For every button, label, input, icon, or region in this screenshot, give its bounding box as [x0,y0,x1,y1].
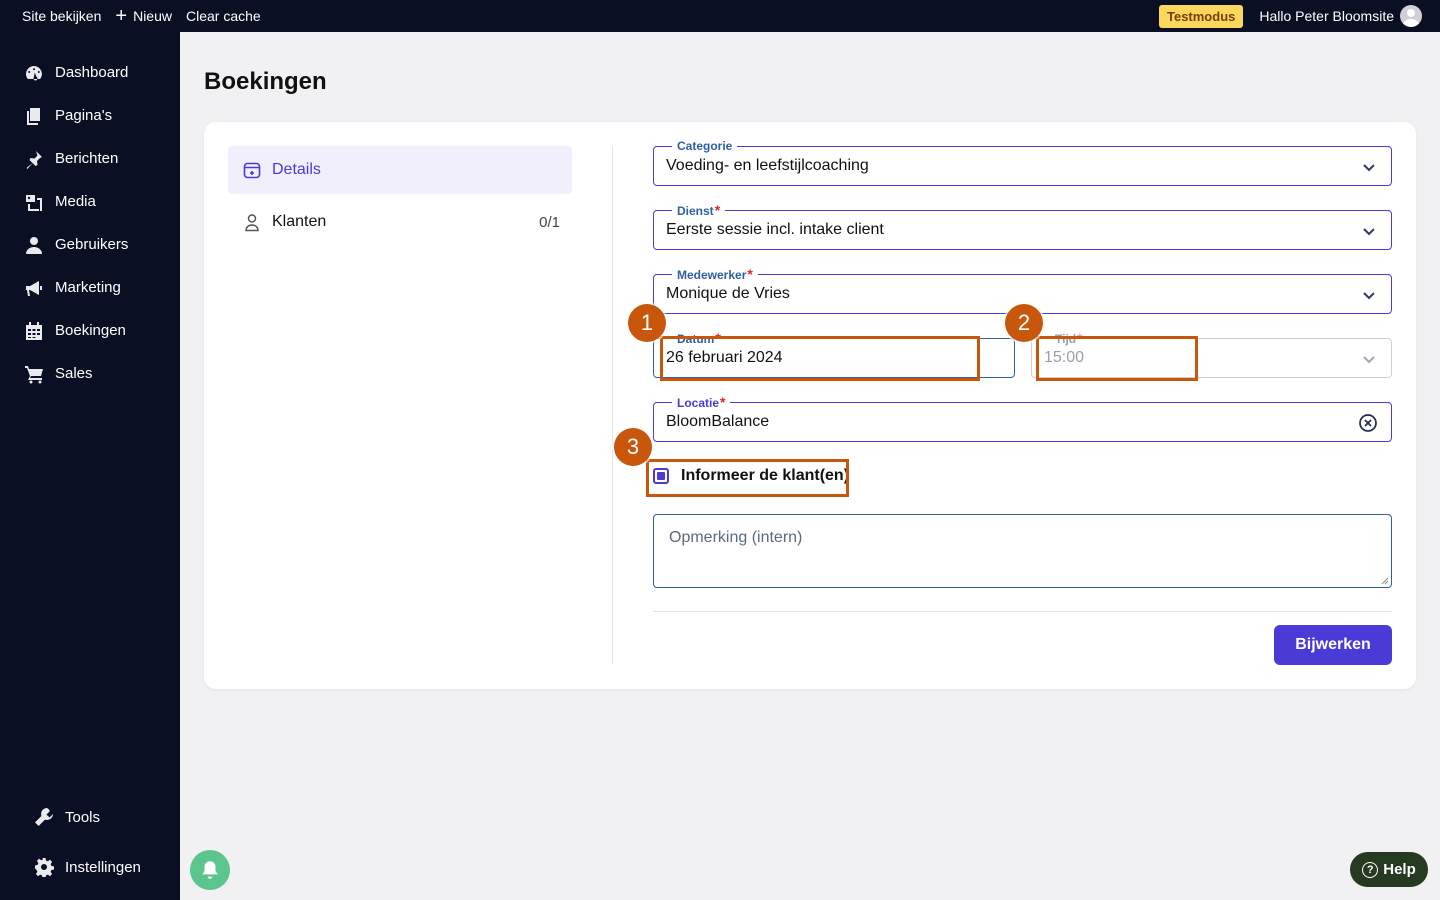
medewerker-value: Monique de Vries [666,285,790,302]
step-marker-2: 2 [1005,304,1043,342]
booking-card: Details Klanten 0/1 Categorie Voeding- e… [204,122,1416,689]
remark-textarea[interactable]: Opmerking (intern) [653,514,1392,588]
sidebar-item-label: Pagina's [55,107,113,124]
categorie-label: Categorie [672,138,738,154]
tab-label: Klanten [272,213,327,230]
view-site-link[interactable]: Site bekijken [0,0,108,32]
calendar-icon [24,321,44,341]
pin-icon [24,149,44,169]
categorie-value: Voeding- en leefstijlcoaching [666,157,869,174]
dienst-label: Dienst* [672,202,726,219]
highlight-box-datum [660,336,980,381]
form-divider [653,611,1392,612]
megaphone-icon [24,278,44,298]
help-button[interactable]: ? Help [1350,852,1428,887]
sidebar-item-media[interactable]: Media [0,180,180,223]
vertical-divider [612,146,613,664]
sidebar-item-label: Tools [65,808,101,826]
new-button[interactable]: + Nieuw [108,0,179,32]
sidebar: Dashboard Pagina's Berichten Media Gebru… [0,32,180,900]
clients-count: 0/1 [539,213,560,231]
account-menu[interactable]: Hallo Peter Bloomsite [1259,5,1422,27]
remark-placeholder: Opmerking (intern) [669,529,803,546]
sidebar-item-gebruikers[interactable]: Gebruikers [0,223,180,266]
highlight-box-tijd [1036,336,1198,381]
notifications-button[interactable] [190,850,230,890]
user-icon [24,235,44,255]
help-icon: ? [1362,861,1379,878]
clear-icon[interactable] [1358,413,1378,433]
sidebar-item-label: Marketing [55,279,121,296]
sidebar-item-label: Gebruikers [55,236,129,253]
sidebar-item-tools[interactable]: Tools [0,792,180,842]
calendar-plus-icon [243,162,261,179]
sidebar-item-instellingen[interactable]: Instellingen [0,842,180,892]
locatie-label: Locatie* [672,394,731,411]
update-button[interactable]: Bijwerken [1274,625,1392,665]
highlight-box-notify [646,459,849,497]
sidebar-item-marketing[interactable]: Marketing [0,266,180,309]
sidebar-item-sales[interactable]: Sales [0,352,180,395]
sidebar-item-label: Boekingen [55,322,126,339]
help-label: Help [1383,861,1416,878]
dashboard-icon [24,63,44,83]
sidebar-item-berichten[interactable]: Berichten [0,137,180,180]
chevron-down-icon [1363,292,1375,300]
resize-grip-icon[interactable] [1381,577,1389,585]
locatie-field[interactable]: Locatie* BloomBalance [653,394,1392,442]
dienst-value: Eerste sessie incl. intake client [666,221,884,238]
tab-klanten[interactable]: Klanten 0/1 [228,198,572,246]
chevron-down-icon [1363,164,1375,172]
sidebar-item-label: Media [55,193,96,210]
sidebar-item-label: Instellingen [65,858,141,876]
page-title: Boekingen [204,68,327,95]
booking-tabs: Details Klanten 0/1 [228,146,572,250]
locatie-value: BloomBalance [666,413,770,430]
tab-details[interactable]: Details [228,146,572,194]
sidebar-item-label: Berichten [55,150,119,167]
categorie-select[interactable]: Categorie Voeding- en leefstijlcoaching [653,138,1392,186]
pages-icon [24,106,44,126]
sidebar-item-label: Sales [55,365,93,382]
chevron-down-icon [1363,356,1375,364]
sidebar-item-label: Dashboard [55,64,129,81]
clear-cache-link[interactable]: Clear cache [179,0,268,32]
sidebar-item-boekingen[interactable]: Boekingen [0,309,180,352]
new-label: Nieuw [133,8,172,24]
step-marker-1: 1 [628,304,666,342]
tab-label: Details [272,161,321,178]
cart-icon [24,364,44,384]
dienst-select[interactable]: Dienst* Eerste sessie incl. intake clien… [653,202,1392,250]
medewerker-label: Medewerker* [672,266,758,283]
greeting-text: Hallo Peter Bloomsite [1259,8,1394,24]
plus-icon: + [115,5,128,27]
wrench-icon [34,807,54,827]
gear-icon [34,857,54,877]
test-mode-badge[interactable]: Testmodus [1158,4,1244,28]
sidebar-item-dashboard[interactable]: Dashboard [0,51,180,94]
step-marker-3: 3 [614,428,652,466]
admin-topbar: Site bekijken + Nieuw Clear cache Testmo… [0,0,1440,32]
person-icon [245,214,259,232]
media-icon [24,192,44,212]
sidebar-item-pages[interactable]: Pagina's [0,94,180,137]
chevron-down-icon [1363,228,1375,236]
bell-icon [202,861,218,879]
avatar [1400,5,1422,27]
